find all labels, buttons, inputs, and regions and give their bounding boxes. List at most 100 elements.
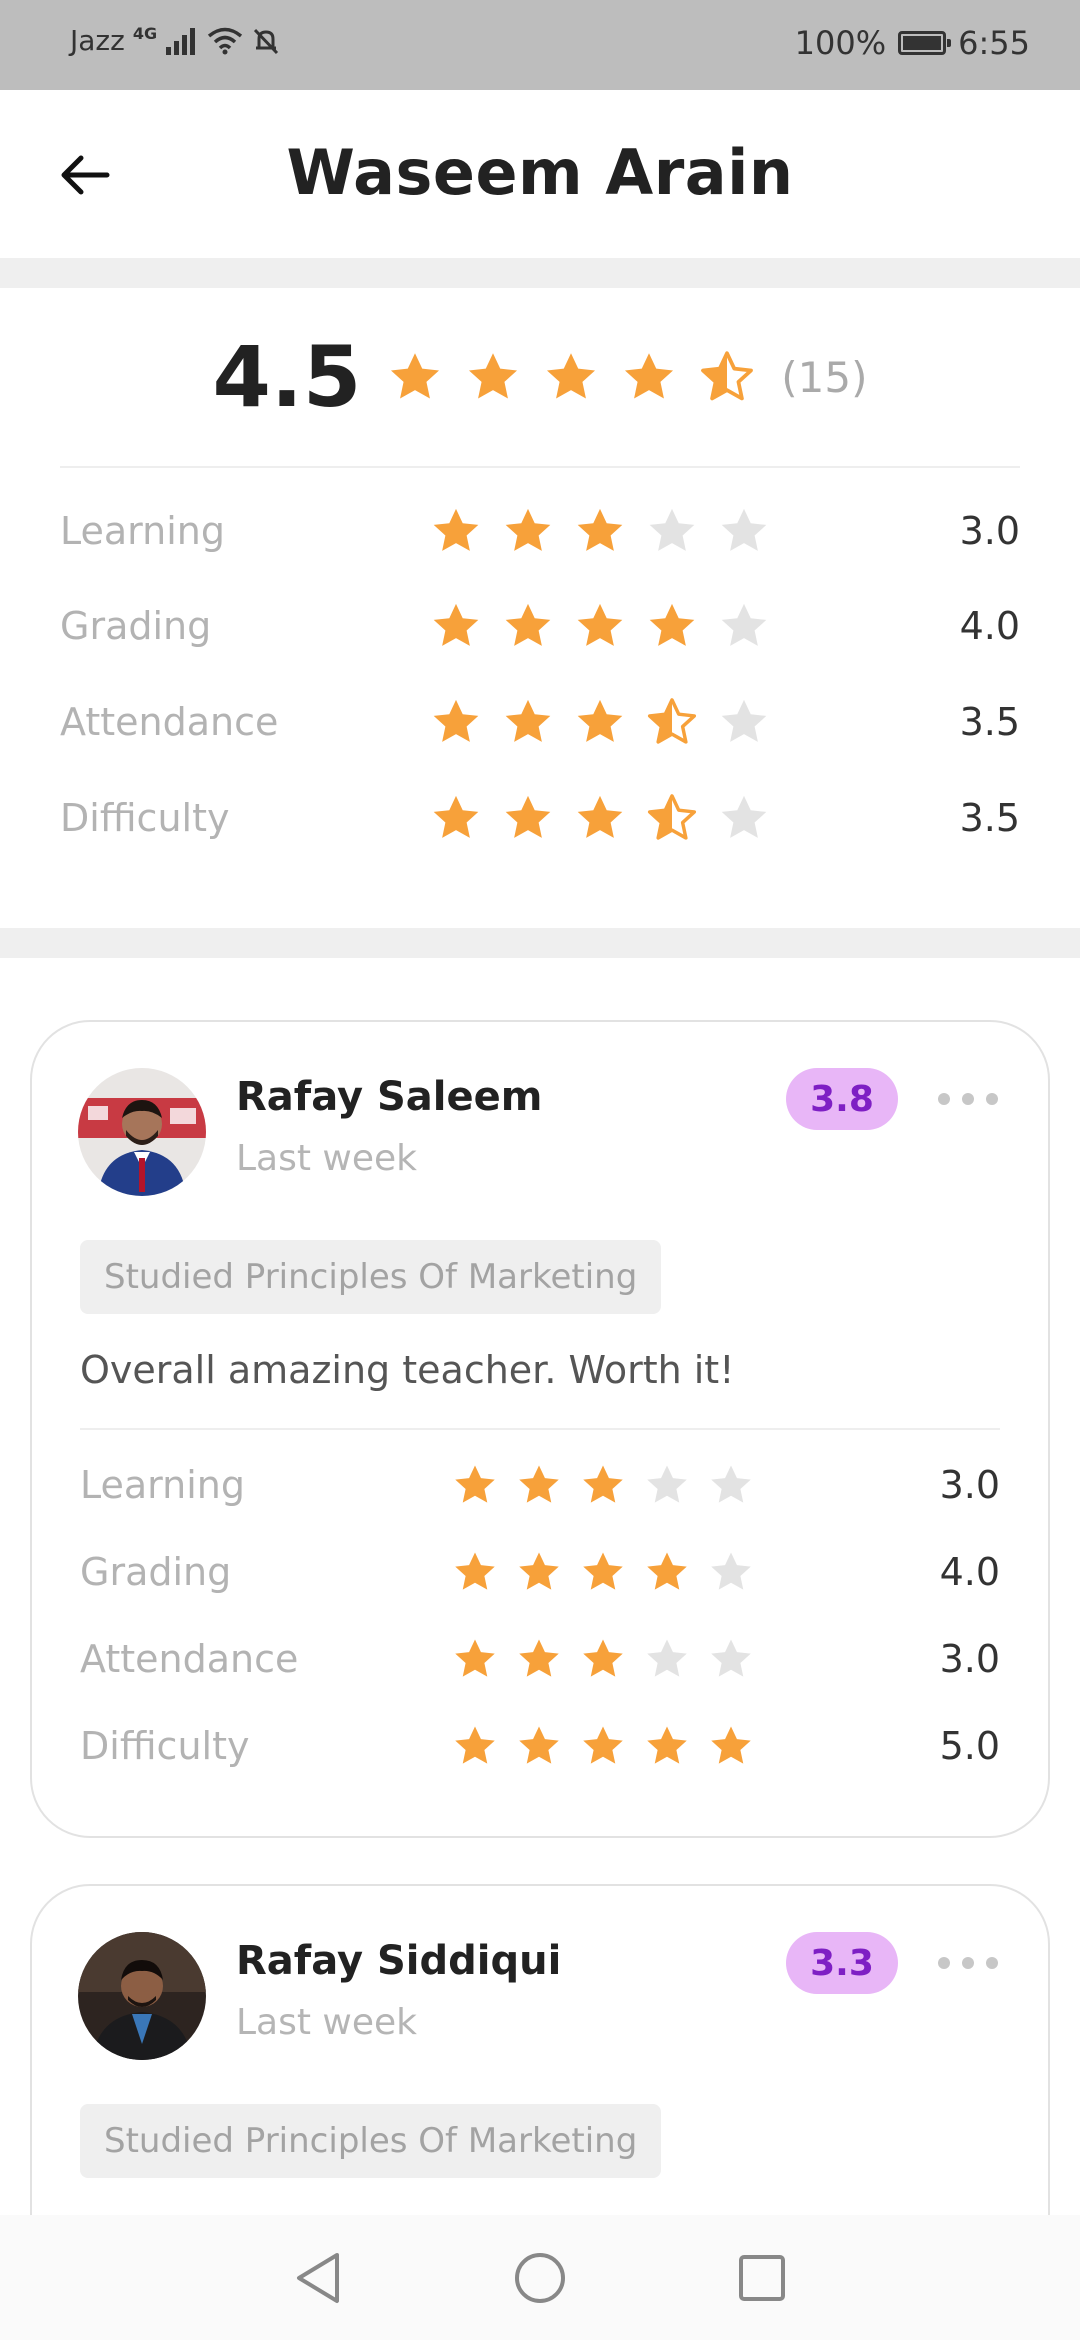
wifi-icon	[207, 27, 243, 54]
more-dot	[986, 1957, 998, 1969]
rating-badge: 3.3	[786, 1932, 898, 1994]
star-filled-icon	[455, 1726, 495, 1764]
more-options-button[interactable]	[938, 1084, 998, 1114]
star-filled-icon	[469, 353, 518, 399]
overall-score: 4.5	[212, 328, 362, 426]
summary-row-difficulty: Difficulty 3.5	[60, 783, 1020, 853]
category-value: 3.5	[959, 700, 1020, 744]
reviewer-name: Rafay Siddiqui	[236, 1938, 562, 1984]
star-filled-icon	[711, 1726, 751, 1764]
category-stars	[430, 792, 770, 844]
star-empty-icon	[711, 1552, 751, 1590]
star-filled-icon	[577, 508, 623, 551]
review-card: Rafay Saleem Last week 3.8 Studied Princ…	[30, 1020, 1050, 1838]
star-empty-icon	[721, 508, 767, 551]
review-time: Last week	[236, 2002, 418, 2043]
nav-back-icon[interactable]	[293, 2251, 343, 2305]
category-value: 4.0	[939, 1550, 1000, 1594]
overall-stars	[387, 349, 755, 405]
status-right: 100% 6:55	[795, 24, 1030, 62]
nav-recents-icon[interactable]	[737, 2253, 787, 2303]
star-filled-icon	[433, 699, 479, 742]
overall-rating-row: 4.5 (15)	[0, 328, 1080, 426]
review-count: (15)	[781, 352, 868, 402]
rating-badge: 3.8	[786, 1068, 898, 1130]
star-filled-icon	[625, 353, 674, 399]
star-half-icon	[647, 794, 697, 840]
summary-row-learning: Learning 3.0	[60, 496, 1020, 566]
category-stars	[430, 505, 770, 557]
clock: 6:55	[958, 24, 1030, 62]
star-filled-icon	[505, 603, 551, 646]
category-label: Learning	[80, 1463, 245, 1507]
star-filled-icon	[519, 1726, 559, 1764]
category-stars	[430, 696, 770, 748]
review-text: Overall amazing teacher. Worth it!	[80, 1348, 735, 1392]
review-row-attendance: Attendance 3.0	[80, 1624, 1000, 1694]
section-separator	[0, 258, 1080, 288]
more-dot	[938, 1957, 950, 1969]
category-value: 3.5	[959, 796, 1020, 840]
star-filled-icon	[577, 699, 623, 742]
carrier-label: Jazz	[70, 24, 125, 57]
category-value: 5.0	[939, 1724, 1000, 1768]
star-half-icon	[647, 698, 697, 744]
more-dot	[938, 1093, 950, 1105]
category-value: 3.0	[959, 509, 1020, 553]
notifications-off-icon	[253, 28, 279, 54]
category-label: Grading	[80, 1550, 232, 1594]
star-filled-icon	[547, 353, 596, 399]
category-label: Difficulty	[80, 1724, 250, 1768]
star-half-icon	[701, 351, 754, 401]
star-empty-icon	[721, 699, 767, 742]
star-filled-icon	[455, 1639, 495, 1677]
star-filled-icon	[433, 508, 479, 551]
category-value: 4.0	[959, 604, 1020, 648]
more-dot	[986, 1093, 998, 1105]
star-filled-icon	[433, 795, 479, 838]
course-tag: Studied Principles Of Marketing	[80, 1240, 662, 1314]
status-bar: Jazz 4G 100% 6:55	[0, 0, 1080, 90]
star-filled-icon	[505, 699, 551, 742]
status-left: Jazz 4G	[70, 24, 281, 57]
app-header: Waseem Arain	[0, 90, 1080, 258]
category-label: Difficulty	[60, 796, 230, 840]
star-filled-icon	[647, 1726, 687, 1764]
more-dot	[962, 1957, 974, 1969]
avatar	[78, 1932, 206, 2060]
category-stars	[430, 600, 770, 652]
star-filled-icon	[519, 1552, 559, 1590]
star-empty-icon	[711, 1465, 751, 1503]
category-stars	[452, 1549, 754, 1595]
battery-icon	[898, 31, 952, 55]
category-stars	[452, 1636, 754, 1682]
nav-home-icon[interactable]	[513, 2251, 567, 2305]
category-label: Grading	[60, 604, 212, 648]
category-stars	[452, 1462, 754, 1508]
category-label: Attendance	[80, 1637, 299, 1681]
star-filled-icon	[577, 795, 623, 838]
review-time: Last week	[236, 1138, 418, 1179]
star-filled-icon	[519, 1465, 559, 1503]
more-options-button[interactable]	[938, 1948, 998, 1978]
star-filled-icon	[505, 795, 551, 838]
star-filled-icon	[433, 603, 479, 646]
category-value: 3.0	[939, 1637, 1000, 1681]
card-divider	[80, 1428, 1000, 1430]
network-type-label: 4G	[132, 24, 158, 43]
battery-percent: 100%	[794, 24, 887, 62]
system-nav-bar	[0, 2215, 1080, 2340]
star-filled-icon	[455, 1552, 495, 1590]
star-filled-icon	[505, 508, 551, 551]
rating-summary: 4.5 (15) Learning 3.0 Grading 4.0 Attend…	[0, 288, 1080, 928]
reviewer-name: Rafay Saleem	[236, 1074, 543, 1120]
star-empty-icon	[647, 1465, 687, 1503]
star-filled-icon	[391, 353, 440, 399]
star-empty-icon	[647, 1639, 687, 1677]
review-row-grading: Grading 4.0	[80, 1537, 1000, 1607]
category-value: 3.0	[939, 1463, 1000, 1507]
category-stars	[452, 1723, 754, 1769]
star-filled-icon	[455, 1465, 495, 1503]
star-filled-icon	[577, 603, 623, 646]
course-tag: Studied Principles Of Marketing	[80, 2104, 662, 2178]
